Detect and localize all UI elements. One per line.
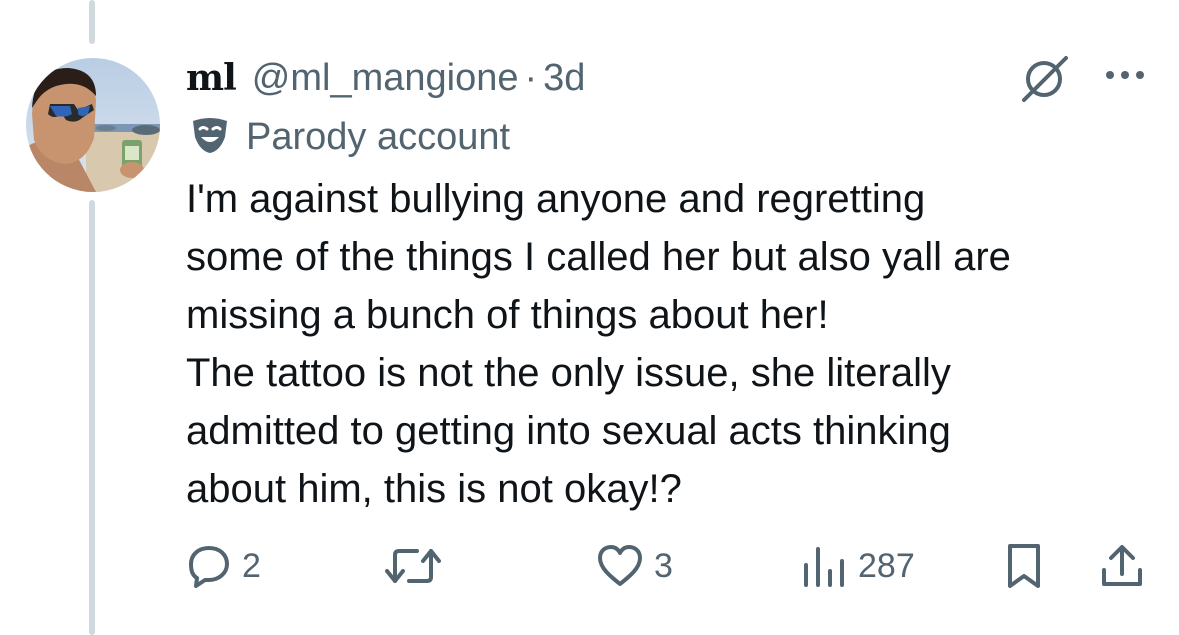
repost-icon — [385, 543, 441, 589]
tweet-text-line: some of the things I called her but also… — [186, 235, 1011, 279]
like-count: 3 — [654, 546, 673, 585]
views-count: 287 — [858, 546, 915, 585]
user-handle[interactable]: @ml_mangione — [252, 57, 519, 100]
parody-label-text: Parody account — [246, 115, 511, 158]
avatar-image — [26, 58, 160, 192]
separator-dot: · — [524, 56, 538, 99]
parody-mask-icon — [190, 115, 230, 160]
more-icon[interactable] — [1100, 60, 1150, 90]
parody-label: Parody account — [190, 112, 510, 162]
repost-button[interactable] — [385, 536, 451, 596]
like-icon — [596, 543, 644, 589]
share-button[interactable] — [1098, 536, 1146, 596]
bookmark-icon — [1004, 542, 1044, 590]
like-button[interactable]: 3 — [596, 536, 673, 596]
thread-connector-top — [89, 0, 95, 44]
views-button[interactable]: 287 — [800, 536, 915, 596]
tweet-header: ml @ml_mangione · 3d — [186, 54, 585, 102]
grok-icon[interactable] — [1018, 54, 1072, 104]
timestamp[interactable]: 3d — [543, 57, 585, 100]
reply-count: 2 — [242, 546, 261, 585]
tweet-text-line: admitted to getting into sexual acts thi… — [186, 409, 951, 453]
tweet-text-line: missing a bunch of things about her! — [186, 293, 829, 337]
tweet-text-line: about him, this is not okay!? — [186, 467, 682, 511]
share-icon — [1098, 542, 1146, 590]
bookmark-button[interactable] — [1004, 536, 1044, 596]
avatar[interactable] — [26, 58, 160, 192]
reply-icon — [186, 543, 232, 589]
display-name[interactable]: ml — [186, 57, 237, 99]
tweet-text: I'm against bullying anyone and regretti… — [186, 170, 1146, 518]
action-bar: 2 3 287 — [0, 536, 1179, 596]
tweet-text-line: The tattoo is not the only issue, she li… — [186, 351, 951, 395]
reply-button[interactable]: 2 — [186, 536, 261, 596]
views-icon — [800, 543, 848, 589]
tweet-text-line: I'm against bullying anyone and regretti… — [186, 177, 926, 221]
